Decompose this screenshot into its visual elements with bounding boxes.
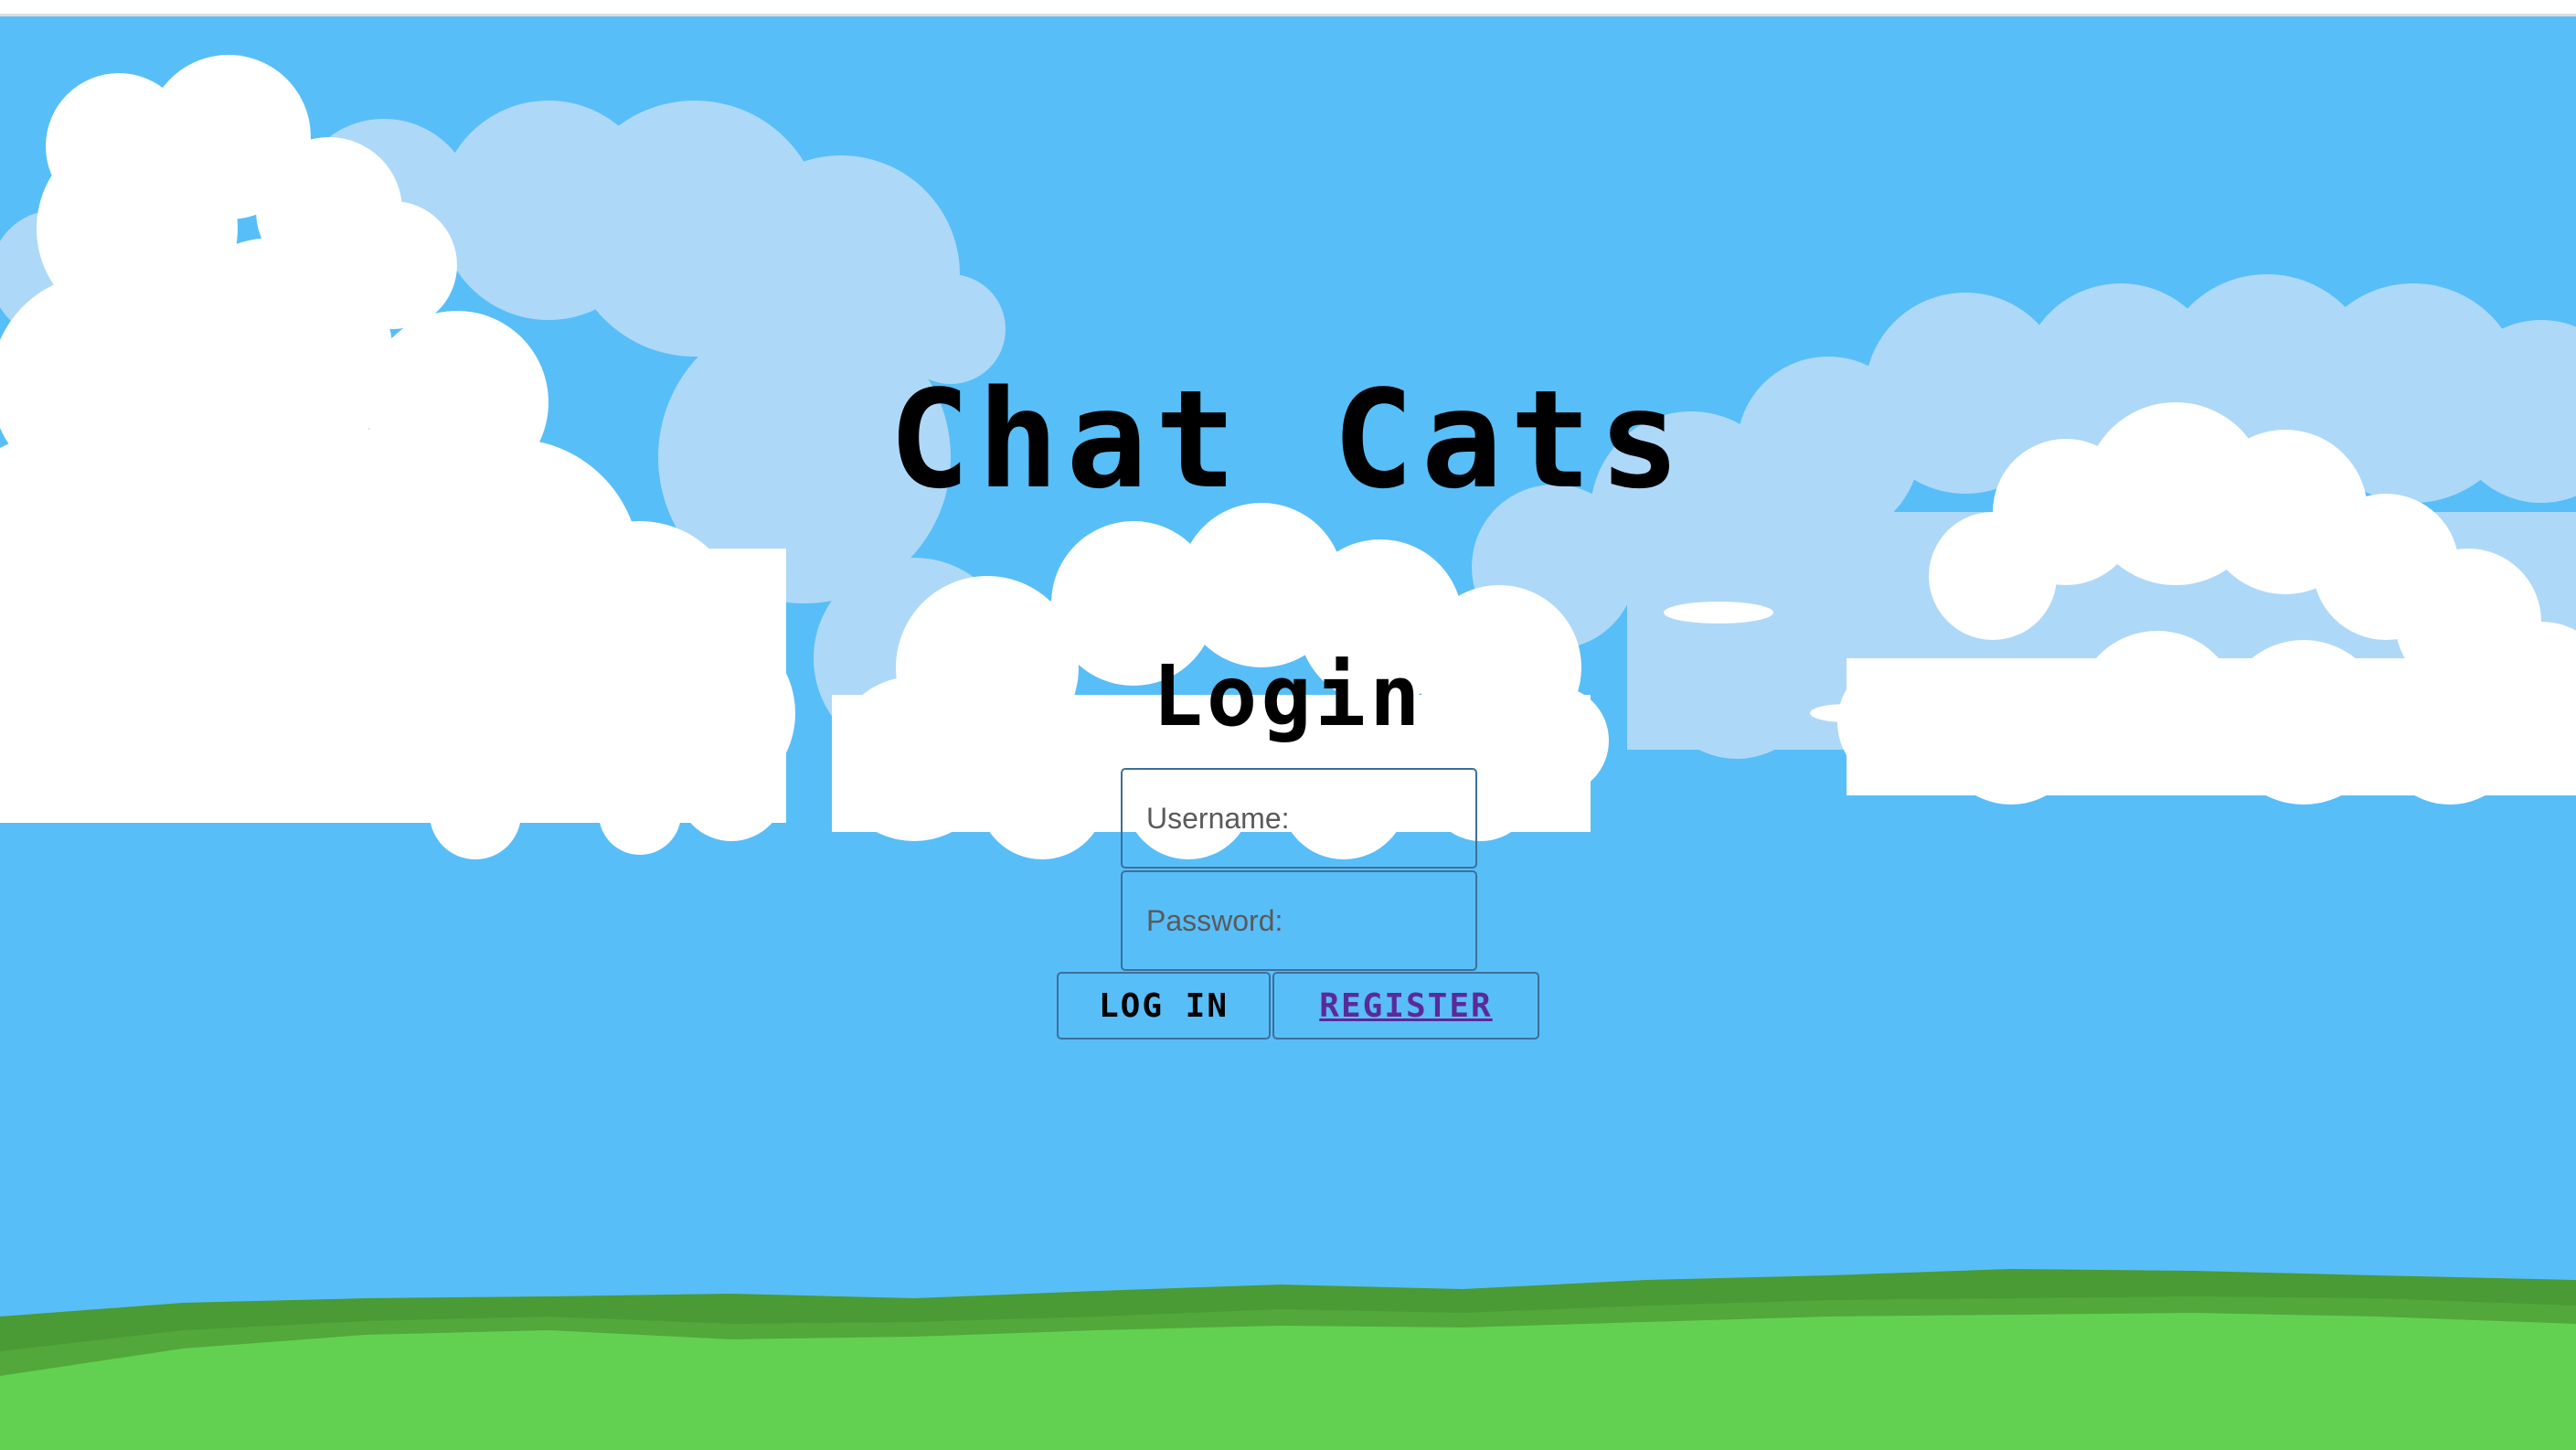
- login-page: Chat Cats Login LOG IN REGISTER: [0, 0, 2576, 1450]
- login-button[interactable]: LOG IN: [1057, 972, 1271, 1040]
- register-link[interactable]: REGISTER: [1272, 972, 1539, 1040]
- username-input[interactable]: [1121, 768, 1477, 869]
- login-heading: Login: [1152, 647, 1424, 745]
- password-input[interactable]: [1121, 870, 1477, 971]
- app-title: Chat Cats: [889, 361, 1687, 518]
- grass-ground: [0, 1269, 2576, 1450]
